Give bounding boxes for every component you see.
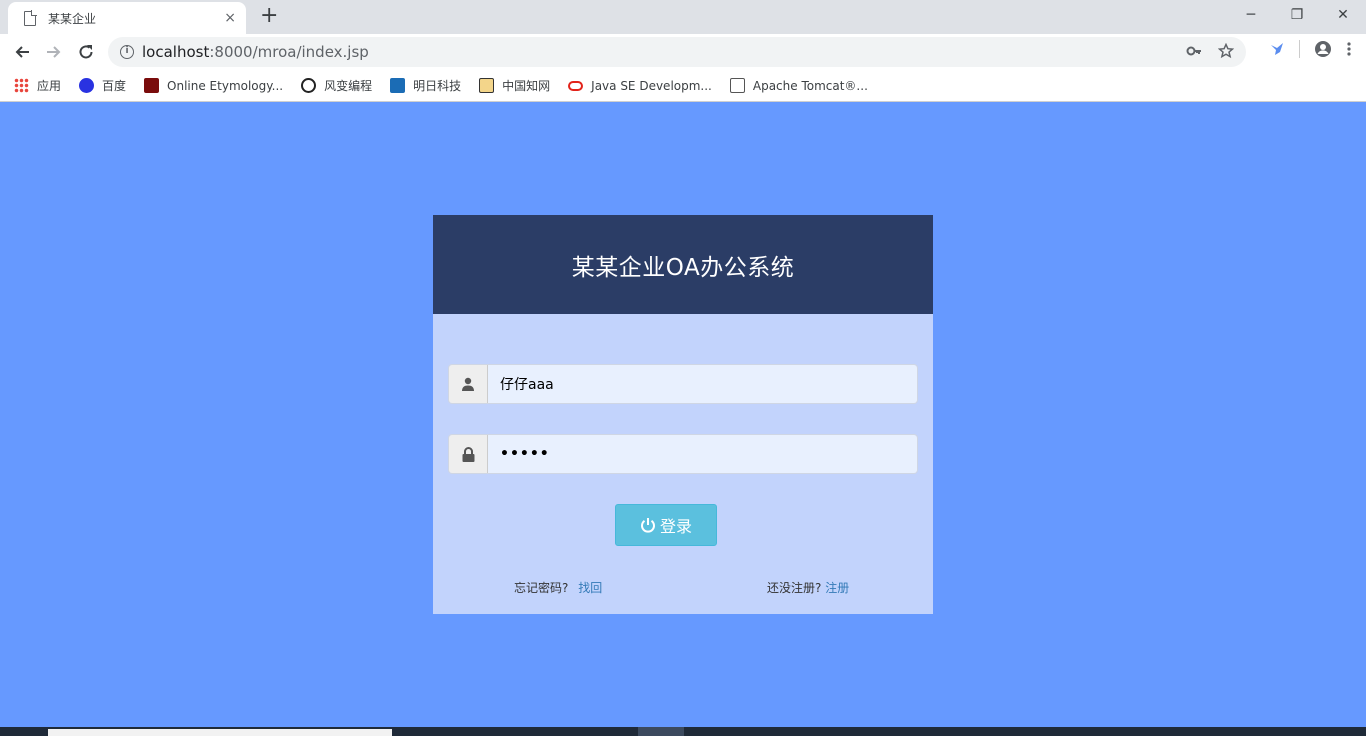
close-window-button[interactable]: ✕ (1320, 0, 1366, 30)
info-icon[interactable]: i (120, 45, 134, 59)
register-link[interactable]: 注册 (825, 581, 849, 595)
toolbar-divider (1299, 40, 1300, 58)
restore-button[interactable]: ❐ (1274, 0, 1320, 30)
user-icon (462, 377, 474, 391)
extensions-area (1269, 40, 1366, 58)
address-bar[interactable]: i localhost:8000/mroa/index.jsp (108, 37, 1246, 67)
forward-button[interactable] (42, 40, 66, 64)
bookmark-label: Apache Tomcat®... (752, 78, 868, 93)
bookmark-tomcat[interactable]: Apache Tomcat®... (729, 78, 868, 93)
profile-icon[interactable] (1314, 40, 1332, 58)
browser-tab[interactable]: 某某企业 × (8, 2, 246, 34)
page-title: 某某企业OA办公系统 (571, 254, 795, 281)
bookmark-etymology[interactable]: Online Etymology... (144, 78, 283, 93)
username-addon (449, 365, 488, 403)
window-controls: ─ ❐ ✕ (1228, 0, 1366, 30)
forgot-password-text: 忘记密码? (514, 581, 569, 595)
bookmark-apps[interactable]: 应用 (14, 77, 61, 94)
bookmark-label: 风变编程 (324, 79, 373, 93)
etymology-icon (144, 78, 160, 93)
login-card: 某某企业OA办公系统 登录 忘记密码? 找回 还没注册? 注册 (433, 215, 933, 614)
login-header: 某某企业OA办公系统 (433, 215, 933, 314)
bookmark-label: 百度 (102, 79, 127, 93)
bookmark-label: Online Etymology... (167, 78, 284, 93)
power-icon (641, 518, 655, 533)
oracle-logo-icon (568, 80, 584, 91)
tab-close-icon[interactable]: × (224, 10, 236, 26)
key-icon[interactable] (1186, 43, 1202, 59)
password-input[interactable] (488, 435, 917, 473)
register-text: 还没注册? (767, 581, 822, 595)
menu-icon[interactable] (1346, 41, 1352, 57)
lock-icon (462, 446, 474, 462)
login-button-label: 登录 (659, 517, 692, 536)
bookmark-label: 中国知网 (502, 79, 551, 93)
bookmark-fengbian[interactable]: 风变编程 (301, 77, 372, 94)
bookmark-baidu[interactable]: 百度 (79, 77, 126, 94)
panda-icon (301, 78, 317, 93)
taskbar-search[interactable] (48, 729, 392, 736)
password-addon (449, 435, 488, 473)
mingri-logo-icon (390, 78, 406, 93)
new-tab-button[interactable]: + (260, 5, 278, 27)
baidu-paw-icon (79, 78, 95, 93)
bookmark-java-se[interactable]: Java SE Developm... (568, 79, 712, 93)
tab-title: 某某企业 (48, 11, 97, 26)
taskbar-active-app[interactable] (638, 727, 684, 736)
bookmark-mingri[interactable]: 明日科技 (390, 77, 461, 94)
login-button[interactable]: 登录 (615, 504, 717, 546)
reload-icon (79, 45, 93, 59)
browser-tabstrip: 某某企业 × + ─ ❐ ✕ (0, 0, 1366, 34)
register-row: 还没注册? 注册 (767, 579, 849, 596)
arrow-left-icon (15, 46, 29, 58)
url-path: :8000/mroa/index.jsp (209, 43, 369, 61)
minimize-button[interactable]: ─ (1228, 0, 1274, 30)
recover-link[interactable]: 找回 (578, 581, 602, 595)
url-host: localhost (142, 43, 210, 61)
bookmark-cnki[interactable]: 中国知网 (479, 77, 550, 94)
page-icon (24, 9, 37, 26)
omnibox-actions (1186, 43, 1234, 59)
bookmarks-bar: 应用 百度 Online Etymology... 风变编程 明日科技 中国知网… (0, 70, 1366, 102)
bookmark-label: Java SE Developm... (591, 78, 712, 93)
apps-grid-icon (14, 78, 29, 93)
bookmark-label: 明日科技 (413, 79, 462, 93)
star-icon[interactable] (1218, 43, 1234, 59)
tomcat-logo-icon (729, 78, 745, 93)
password-group (448, 434, 918, 474)
url-text: localhost:8000/mroa/index.jsp (142, 43, 369, 61)
bookmark-label: 应用 (37, 79, 62, 93)
os-taskbar (0, 727, 1366, 736)
reload-button[interactable] (74, 40, 98, 64)
browser-toolbar: i localhost:8000/mroa/index.jsp (0, 34, 1366, 70)
arrow-right-icon (47, 46, 61, 58)
cnki-logo-icon (479, 78, 495, 93)
back-button[interactable] (10, 40, 34, 64)
forgot-password-row: 忘记密码? 找回 (514, 579, 602, 596)
extension-bird-icon[interactable] (1269, 41, 1285, 57)
username-input[interactable] (488, 365, 917, 403)
username-group (448, 364, 918, 404)
